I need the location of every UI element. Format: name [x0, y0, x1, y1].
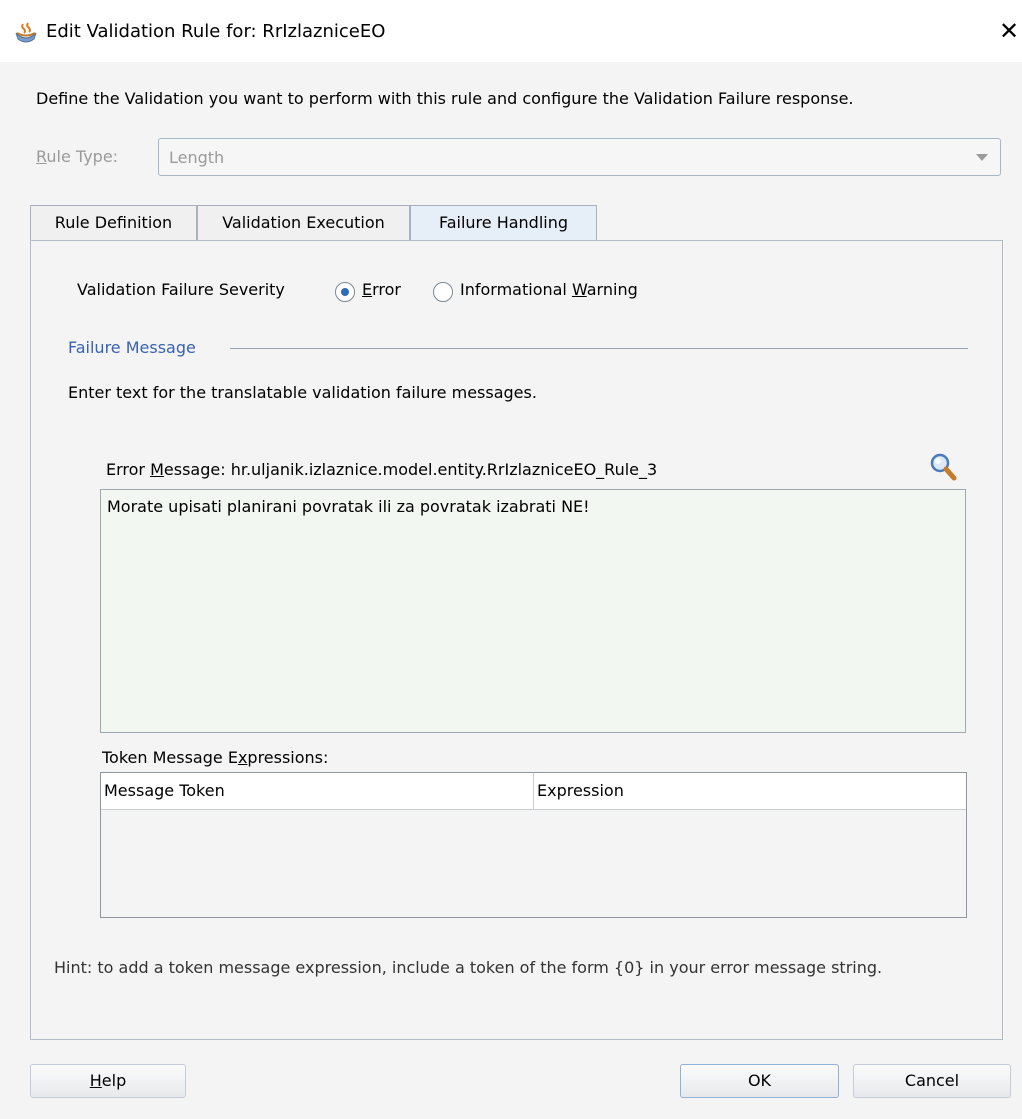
failure-message-instruction: Enter text for the translatable validati… [68, 383, 537, 402]
rule-type-label: Rule Type: [36, 147, 119, 166]
edit-validation-rule-dialog: Edit Validation Rule for: RrIzlazniceEO … [0, 0, 1022, 1119]
severity-error-radio[interactable] [335, 282, 355, 302]
java-cup-icon [15, 22, 37, 43]
cancel-button[interactable]: Cancel [853, 1064, 1011, 1098]
chevron-down-icon [976, 154, 988, 161]
error-message-text[interactable]: Morate upisati planirani povratak ili za… [100, 489, 966, 733]
token-expressions-label: Token Message Expressions: [102, 748, 329, 767]
column-header-expression[interactable]: Expression [534, 773, 624, 810]
dialog-description: Define the Validation you want to perfor… [36, 89, 854, 108]
section-divider [230, 348, 968, 349]
help-button[interactable]: Help [30, 1064, 186, 1098]
tab-rule-definition[interactable]: Rule Definition [30, 205, 197, 241]
tab-failure-handling[interactable]: Failure Handling [410, 205, 597, 242]
rule-type-value: Length [169, 148, 225, 167]
title-bar: Edit Validation Rule for: RrIzlazniceEO … [0, 0, 1022, 62]
window-title: Edit Validation Rule for: RrIzlazniceEO [46, 21, 386, 42]
hint-text: Hint: to add a token message expression,… [54, 958, 883, 977]
severity-label: Validation Failure Severity [77, 280, 285, 299]
tab-validation-execution[interactable]: Validation Execution [197, 205, 410, 241]
radio-selected-dot [341, 288, 349, 296]
ok-button[interactable]: OK [680, 1064, 839, 1098]
severity-warning-radio[interactable] [433, 282, 453, 302]
error-message-key-label: Error Message: hr.uljanik.izlaznice.mode… [106, 460, 658, 479]
search-icon[interactable] [928, 451, 958, 483]
failure-message-section-title: Failure Message [68, 338, 196, 357]
column-header-message-token[interactable]: Message Token [101, 773, 225, 810]
severity-warning-label[interactable]: Informational Warning [460, 280, 638, 299]
rule-type-dropdown[interactable]: Length [158, 138, 1001, 176]
severity-error-label[interactable]: Error [362, 280, 401, 299]
close-icon[interactable]: ✕ [996, 16, 1022, 46]
token-expressions-table[interactable]: Message Token Expression [100, 772, 967, 918]
table-header: Message Token Expression [101, 773, 966, 810]
